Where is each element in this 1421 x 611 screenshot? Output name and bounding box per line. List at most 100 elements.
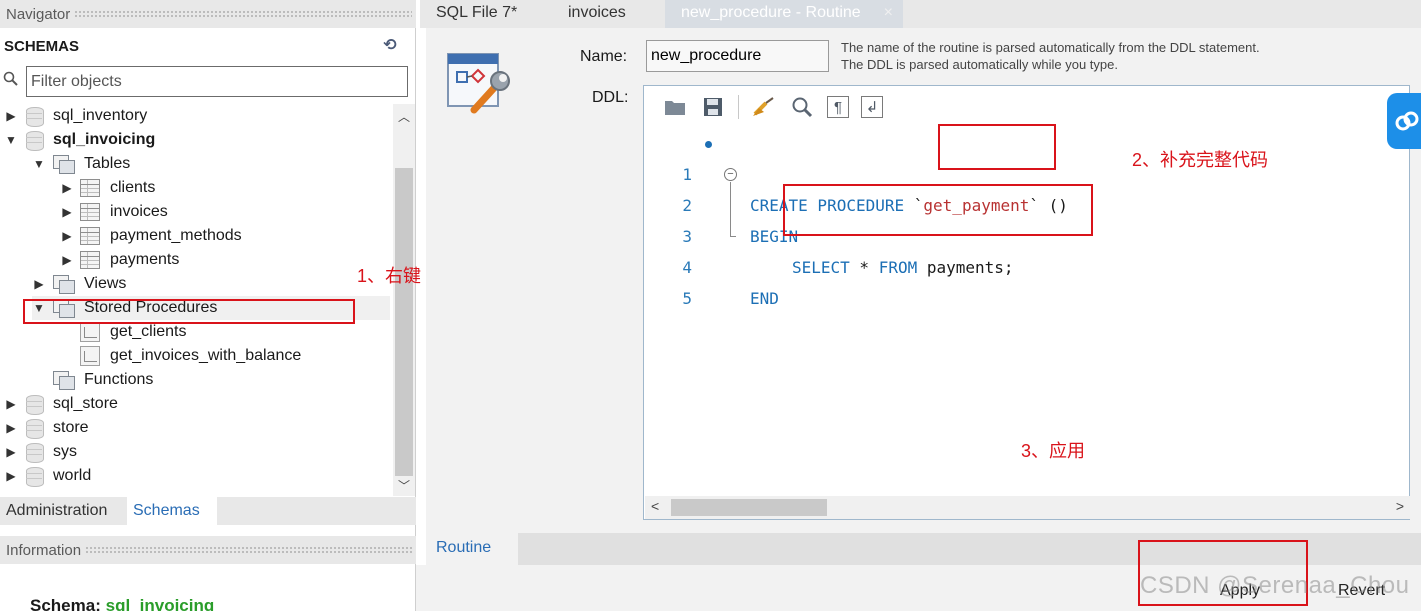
tree-item-views[interactable]: ▶ Views — [32, 272, 126, 296]
folder-icon — [52, 155, 76, 174]
tree-item-functions[interactable]: ▶ Functions — [32, 368, 153, 392]
procedure-icon — [80, 322, 100, 342]
tree-item-label: sql_invoicing — [53, 131, 156, 148]
tree-item-invoices[interactable]: ▶ invoices — [60, 200, 168, 224]
scroll-down-icon[interactable]: ﹀ — [393, 477, 415, 494]
routine-name-input[interactable] — [646, 40, 829, 72]
tree-item-label: sql_inventory — [53, 107, 148, 124]
ddl-label: DDL: — [592, 89, 629, 106]
expand-arrow-icon[interactable]: ▶ — [60, 253, 74, 267]
navigator-header: Navigator — [0, 0, 416, 28]
schema-info-label: Schema: — [30, 596, 101, 611]
navigator-tabs: Administration Schemas — [0, 497, 416, 525]
schemas-title: SCHEMAS — [4, 38, 80, 55]
link-icon — [1395, 111, 1419, 131]
tab-invoices[interactable]: invoices — [552, 0, 642, 28]
folder-icon — [52, 371, 76, 390]
tree-item-label: Functions — [84, 371, 154, 388]
fold-toggle-icon[interactable]: − — [724, 168, 737, 181]
code-line: 5 — [644, 252, 1409, 308]
name-label: Name: — [580, 48, 628, 65]
bookmark-dot-icon — [705, 141, 712, 148]
database-icon — [24, 130, 44, 151]
procedure-icon — [80, 346, 100, 366]
word-wrap-icon[interactable]: ↲ — [861, 96, 883, 118]
expand-arrow-icon[interactable]: ▶ — [60, 181, 74, 195]
annotation-step1: 1、右键 — [357, 266, 422, 286]
tree-item-label: Views — [84, 275, 127, 292]
close-icon[interactable]: × — [884, 0, 893, 26]
refresh-icon[interactable]: ⟲ — [381, 37, 399, 55]
annotation-box-stored-procedures — [23, 299, 355, 324]
scroll-up-icon[interactable]: ︿ — [393, 108, 415, 125]
tree-item-tables[interactable]: ▼ Tables — [32, 152, 130, 176]
find-magnifier-icon[interactable] — [789, 94, 815, 120]
database-icon — [24, 418, 44, 439]
expand-arrow-icon[interactable]: ▶ — [60, 229, 74, 243]
tree-item-store[interactable]: ▶ store — [4, 416, 89, 440]
collapse-arrow-icon[interactable]: ▼ — [32, 157, 46, 171]
tree-item-label: get_invoices_with_balance — [110, 347, 302, 364]
scroll-thumb[interactable] — [671, 499, 827, 516]
tab-new-procedure-routine[interactable]: new_procedure - Routine × — [665, 0, 903, 28]
open-folder-icon[interactable] — [662, 94, 688, 120]
tree-item-get-invoices-with-balance[interactable]: get_invoices_with_balance — [80, 344, 301, 368]
save-icon[interactable] — [700, 94, 726, 120]
scroll-right-icon[interactable]: > — [1396, 498, 1404, 514]
editor-tab-bar: SQL File 7* invoices new_procedure - Rou… — [420, 0, 1421, 28]
header-grip — [85, 546, 412, 554]
tab-sql-file[interactable]: SQL File 7* — [420, 0, 533, 28]
tree-item-label: sql_store — [53, 395, 118, 412]
table-icon — [80, 203, 100, 221]
filter-objects-input[interactable] — [26, 66, 408, 97]
navigator-title: Navigator — [6, 5, 71, 23]
tree-item-clients[interactable]: ▶ clients — [60, 176, 155, 200]
database-icon — [24, 442, 44, 463]
line-number: 5 — [682, 289, 692, 308]
toolbar-separator — [738, 95, 739, 119]
tab-administration[interactable]: Administration — [0, 497, 113, 525]
tab-routine[interactable]: Routine — [426, 533, 518, 565]
tree-item-label: payments — [110, 251, 180, 268]
tab-schemas[interactable]: Schemas — [127, 497, 217, 525]
tree-item-label: store — [53, 419, 89, 436]
invisible-characters-icon[interactable]: ¶ — [827, 96, 849, 118]
tree-item-sql-inventory[interactable]: ▶ sql_inventory — [4, 104, 147, 128]
tree-item-world[interactable]: ▶ world — [4, 464, 91, 488]
tree-item-payments[interactable]: ▶ payments — [60, 248, 179, 272]
header-grip — [74, 10, 412, 18]
beautify-broom-icon[interactable] — [751, 94, 777, 120]
tree-item-sql-invoicing[interactable]: ▼ sql_invoicing — [4, 128, 155, 152]
table-icon — [80, 251, 100, 269]
expand-arrow-icon[interactable]: ▶ — [4, 109, 18, 123]
code-keyword: END — [750, 289, 779, 308]
expand-arrow-icon[interactable]: ▶ — [60, 205, 74, 219]
annotation-step3: 3、应用 — [1021, 441, 1086, 461]
horizontal-scrollbar[interactable]: < > — [645, 496, 1410, 519]
routine-icon — [447, 53, 510, 114]
tree-item-sql-store[interactable]: ▶ sql_store — [4, 392, 118, 416]
tree-scrollbar[interactable]: ︿ ﹀ — [393, 104, 415, 496]
tab-label: new_procedure - Routine — [681, 4, 861, 21]
scroll-left-icon[interactable]: < — [651, 498, 659, 514]
floating-link-button[interactable] — [1387, 93, 1421, 149]
tree-item-label: payment_methods — [110, 227, 242, 244]
table-icon — [80, 179, 100, 197]
tree-item-sys[interactable]: ▶ sys — [4, 440, 77, 464]
expand-arrow-icon[interactable]: ▶ — [4, 421, 18, 435]
watermark: CSDN @Serenaa_Chou — [1140, 572, 1410, 599]
tree-item-label: Tables — [84, 155, 131, 172]
collapse-arrow-icon[interactable]: ▼ — [4, 133, 18, 147]
folder-icon — [52, 275, 76, 294]
information-title: Information — [6, 541, 82, 559]
tree-item-label: clients — [110, 179, 156, 196]
information-header: Information — [0, 536, 416, 564]
expand-arrow-icon[interactable]: ▶ — [32, 277, 46, 291]
search-icon — [3, 71, 18, 86]
tree-item-payment-methods[interactable]: ▶ payment_methods — [60, 224, 242, 248]
expand-arrow-icon[interactable]: ▶ — [4, 397, 18, 411]
expand-arrow-icon[interactable]: ▶ — [4, 445, 18, 459]
expand-arrow-icon[interactable]: ▶ — [4, 469, 18, 483]
scroll-thumb[interactable] — [395, 168, 413, 476]
annotation-box-proc-name — [938, 124, 1056, 170]
